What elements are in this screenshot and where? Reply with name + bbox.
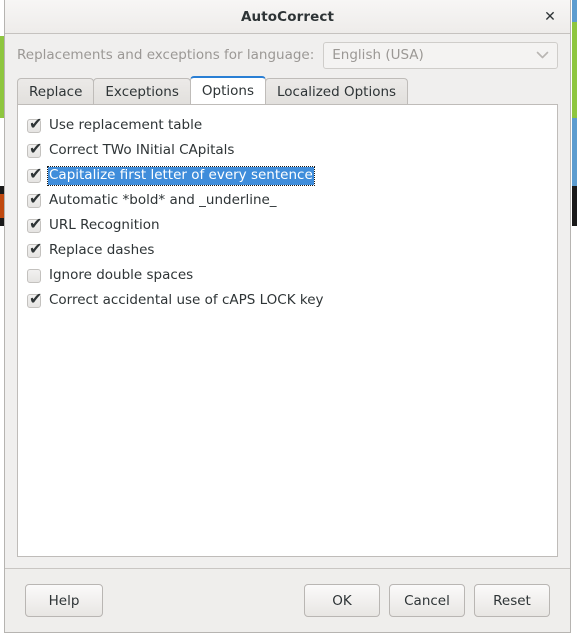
- tab-exceptions[interactable]: Exceptions: [93, 78, 191, 104]
- checkbox-use-replacement-table[interactable]: ✔: [27, 115, 42, 133]
- tab-localized-options[interactable]: Localized Options: [264, 78, 409, 104]
- tab-replace[interactable]: Replace: [17, 78, 95, 104]
- chevron-down-icon: [536, 51, 549, 60]
- check-icon: ✔: [29, 138, 43, 158]
- language-label: Replacements and exceptions for language…: [17, 47, 315, 63]
- tab-options[interactable]: Options: [189, 76, 266, 104]
- option-label: Ignore double spaces: [49, 266, 194, 283]
- checkbox-replace-dashes[interactable]: ✔: [27, 240, 42, 258]
- check-icon: ✔: [29, 213, 43, 233]
- language-row: Replacements and exceptions for language…: [17, 34, 558, 76]
- list-item[interactable]: ✔ URL Recognition: [18, 213, 557, 238]
- language-select[interactable]: English (USA): [323, 41, 558, 69]
- checkbox-capitalize-first-letter[interactable]: ✔: [27, 165, 42, 183]
- background-strip-right-dark: [572, 186, 577, 226]
- dialog-body: Replacements and exceptions for language…: [5, 34, 570, 568]
- list-item[interactable]: ✔ Replace dashes: [18, 238, 557, 263]
- footer-right-group: OK Cancel Reset: [304, 584, 550, 617]
- list-item-selected[interactable]: ✔ Capitalize first letter of every sente…: [18, 163, 557, 188]
- checkbox-ignore-double-spaces[interactable]: [27, 268, 41, 283]
- options-list: ✔ Use replacement table ✔ Correct TWo IN…: [17, 104, 558, 557]
- option-label: Correct accidental use of cAPS LOCK key: [49, 291, 324, 308]
- language-selected-value: English (USA): [332, 47, 424, 63]
- check-icon: ✔: [29, 113, 43, 133]
- check-icon: ✔: [29, 163, 43, 183]
- option-label: Capitalize first letter of every sentenc…: [47, 165, 315, 186]
- list-item[interactable]: ✔ Correct TWo INitial CApitals: [18, 138, 557, 163]
- option-label: Use replacement table: [49, 116, 203, 133]
- option-label: Replace dashes: [49, 241, 155, 258]
- checkbox-correct-two-initial-capitals[interactable]: ✔: [27, 140, 42, 158]
- option-label: Correct TWo INitial CApitals: [49, 141, 235, 158]
- list-item[interactable]: Ignore double spaces: [18, 263, 557, 288]
- cancel-button[interactable]: Cancel: [389, 584, 465, 617]
- dialog-footer: Help OK Cancel Reset: [5, 569, 570, 632]
- option-label: URL Recognition: [49, 216, 160, 233]
- help-button[interactable]: Help: [25, 584, 103, 617]
- ok-button[interactable]: OK: [304, 584, 380, 617]
- dialog-title: AutoCorrect: [241, 8, 334, 25]
- background-strip-right-blue-2: [572, 118, 577, 186]
- background-strip-right-green: [572, 22, 577, 118]
- check-icon: ✔: [29, 288, 43, 308]
- list-item[interactable]: ✔ Correct accidental use of cAPS LOCK ke…: [18, 288, 557, 313]
- check-icon: ✔: [29, 238, 43, 258]
- check-icon: ✔: [29, 188, 43, 208]
- autocorrect-dialog: AutoCorrect ✕ Replacements and exception…: [4, 0, 571, 633]
- list-item[interactable]: ✔ Use replacement table: [18, 113, 557, 138]
- footer-left-group: Help: [25, 584, 103, 617]
- background-strip-right-blue: [572, 0, 577, 22]
- list-item[interactable]: ✔ Automatic *bold* and _underline_: [18, 188, 557, 213]
- checkbox-url-recognition[interactable]: ✔: [27, 215, 42, 233]
- close-icon[interactable]: ✕: [538, 5, 562, 29]
- option-label: Automatic *bold* and _underline_: [49, 191, 277, 208]
- reset-button[interactable]: Reset: [474, 584, 550, 617]
- checkbox-correct-caps-lock[interactable]: ✔: [27, 290, 42, 308]
- tab-strip: Replace Exceptions Options Localized Opt…: [17, 76, 558, 104]
- dialog-titlebar: AutoCorrect ✕: [5, 0, 570, 34]
- checkbox-automatic-bold-underline[interactable]: ✔: [27, 190, 42, 208]
